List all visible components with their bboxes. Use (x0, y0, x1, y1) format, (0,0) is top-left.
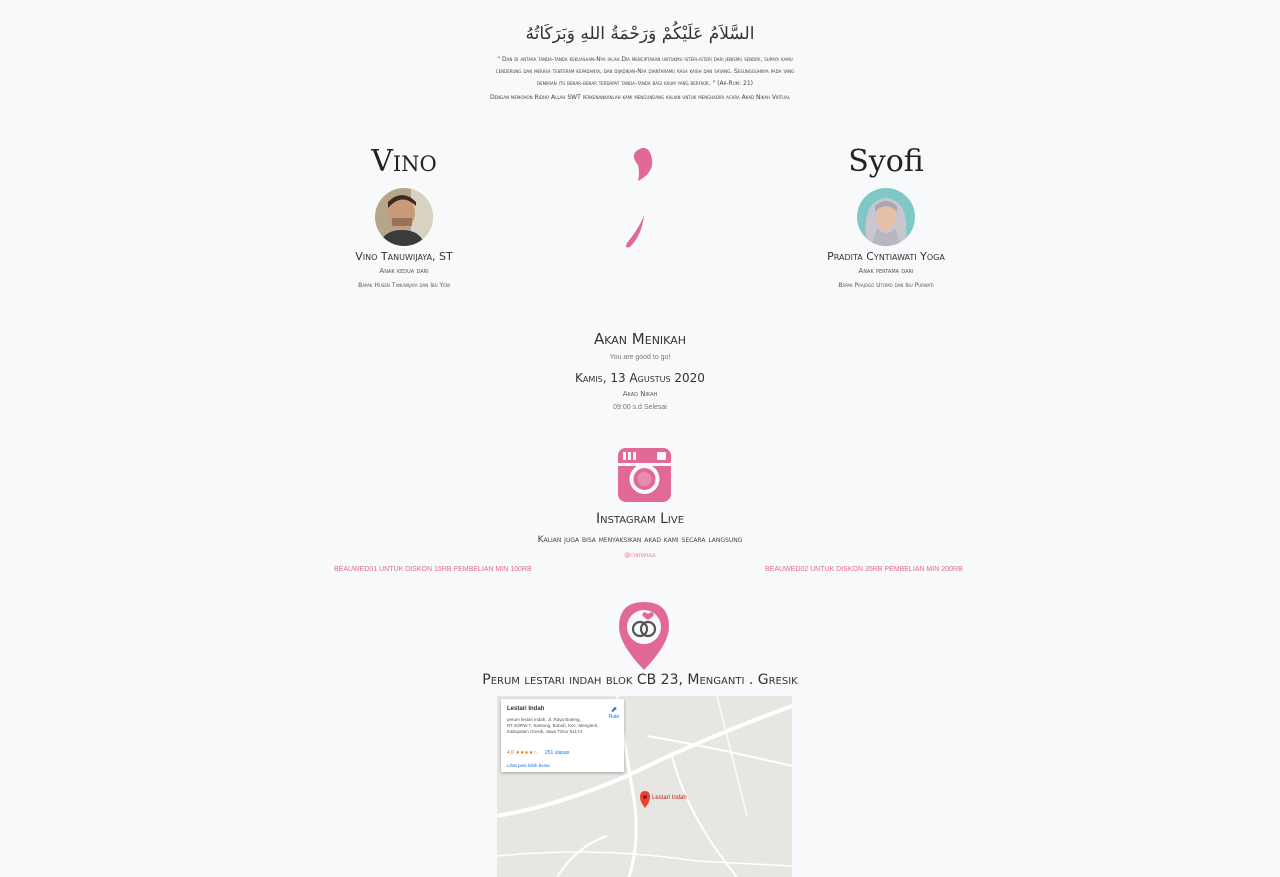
instagram-handle-link[interactable]: @cyntiayoga (0, 552, 1280, 559)
instagram-icon[interactable] (617, 447, 672, 503)
quran-verse: " Dan di antara tanda-tanda kekuasaan-Ny… (495, 56, 795, 87)
map-route-button[interactable]: ⬈ Rute (607, 705, 621, 720)
event-time: 09:00 s.d Selesai (613, 404, 667, 411)
map-marker-label[interactable]: Lestari Indah (652, 795, 687, 801)
event-title: Akan Menikah (594, 330, 686, 348)
groom-avatar (375, 188, 433, 246)
map-reviews-link[interactable]: 251 ulasan (545, 750, 569, 756)
heart-petals-icon (620, 143, 665, 253)
invitation-text: Dengan memohon Ridho Allah SWT perkenank… (490, 94, 790, 101)
groom-full-name: Vino Tanuwijaya, ST (355, 250, 453, 263)
instagram-live-title: Instagram Live (595, 511, 685, 527)
groom-section: Vino Vino Tanuwijaya, ST Anak kedua dari… (284, 140, 524, 289)
embedded-google-map[interactable]: Lestari Indah perum lestari indah, Jl. R… (497, 696, 792, 877)
promo-code-right: BEAUWED02 UNTUK DISKON 35RB PEMBELIAN MI… (765, 566, 963, 573)
promo-code-left: BEAUWED01 UNTUK DISKON 15RB PEMBELIAN MI… (334, 566, 532, 573)
event-date: Kamis, 13 Agustus 2020 (575, 371, 705, 385)
event-name: Akad Nikah (622, 390, 658, 398)
instagram-live-subtitle: Kalian juga bisa menyaksikan akad kami s… (537, 535, 743, 545)
wedding-location-pin-icon (617, 600, 671, 672)
map-route-label: Rute (608, 714, 620, 720)
map-rating: 4,0 ★★★★☆ (507, 750, 538, 756)
bride-child-order: Anak pertama dari (858, 267, 914, 275)
bride-parents: Bapak Prajogo Utomo dan Ibu Purwati (838, 282, 934, 289)
map-place-card: Lestari Indah perum lestari indah, Jl. R… (501, 699, 624, 772)
map-place-address: perum lestari indah, Jl. Raya Boteng, RT… (507, 717, 599, 734)
bride-full-name: Pradita Cyntiawati Yoga (827, 250, 945, 263)
groom-nickname: Vino (371, 144, 437, 179)
event-subtitle: You are good to go! (609, 354, 671, 361)
map-place-name: Lestari Indah (507, 706, 545, 712)
groom-parents: Bapak Husen Tanuwijaya dan Ibu Yeni (358, 282, 450, 289)
salam-greeting: السَّلاَمُ عَلَيْكُمْ وَرَحْمَةُ اللهِ و… (525, 24, 755, 44)
bride-section: Syofi Pradita Cyntiawati Yoga Anak perta… (766, 140, 1006, 289)
map-larger-link[interactable]: Lihat peta lebih besar (507, 763, 550, 768)
bride-avatar (857, 188, 915, 246)
bride-nickname: Syofi (848, 144, 924, 179)
event-section: Akan Menikah You are good to go! Kamis, … (0, 330, 1280, 411)
location-address: Perum lestari indah blok CB 23, Menganti… (482, 672, 798, 688)
groom-child-order: Anak kedua dari (379, 267, 429, 275)
directions-icon: ⬈ (610, 705, 618, 714)
